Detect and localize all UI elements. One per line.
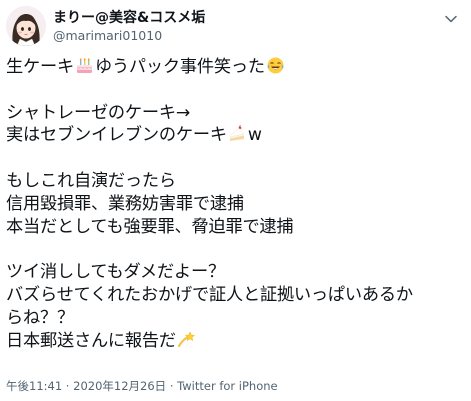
birthday-cake-emoji-icon bbox=[75, 56, 94, 75]
tweet-text: 生ケーキ ゆうパック事件笑った シャトレーゼのケーキ→ 実はセブンイレブンのケー… bbox=[6, 56, 466, 352]
tweet-line-10: 日本郵送さんに報告だ bbox=[6, 330, 466, 353]
tweet-line-10-text: 日本郵送さんに報告だ bbox=[6, 330, 176, 351]
tears-of-joy-emoji-icon bbox=[266, 56, 285, 75]
tweet-time[interactable]: 午後11:41 bbox=[6, 379, 62, 393]
tweet-line-1: 生ケーキ ゆうパック事件笑った bbox=[6, 56, 466, 79]
tweet-line-3-text: 実はセブンイレブンのケーキ bbox=[6, 125, 227, 146]
avatar-illustration bbox=[6, 6, 46, 46]
tweet-line-6: 本当だとしても強要罪、脅迫罪で逮捕 bbox=[6, 216, 294, 237]
tweet-line-1-tail: ゆうパック事件笑った bbox=[94, 57, 265, 77]
tweet-line-9: らね？？ bbox=[6, 307, 74, 328]
tweet-line-3-tail: w bbox=[247, 125, 262, 146]
avatar[interactable] bbox=[6, 6, 46, 46]
tweet-line-8: バズらせてくれたおかげで証人と証拠いっぱいあるか bbox=[6, 284, 413, 305]
dizzy-star-emoji-icon bbox=[177, 330, 196, 349]
tweet-line-1-text: 生ケーキ bbox=[6, 57, 74, 77]
tweet-line-5: 信用毀損罪、業務妨害罪で逮捕 bbox=[6, 193, 244, 214]
tweet-header: まりー@美容&コスメ垢 @marimari01010 bbox=[6, 4, 466, 48]
separator: · bbox=[62, 379, 74, 393]
tweet-footer: 午後11:41 · 2020年12月26日 · Twitter for iPho… bbox=[6, 378, 278, 394]
tweet-card: まりー@美容&コスメ垢 @marimari01010 生ケーキ ゆうパック事件笑… bbox=[0, 0, 471, 401]
separator: · bbox=[166, 379, 178, 393]
author-names: まりー@美容&コスメ垢 @marimari01010 bbox=[53, 9, 205, 44]
tweet-source[interactable]: Twitter for iPhone bbox=[177, 379, 278, 393]
chevron-down-icon[interactable] bbox=[442, 10, 460, 28]
tweet-line-3: 実はセブンイレブンのケーキ w bbox=[6, 124, 466, 147]
tweet-line-2: シャトレーゼのケーキ→ bbox=[6, 102, 191, 123]
tweet-date[interactable]: 2020年12月26日 bbox=[73, 379, 166, 393]
tweet-line-4: もしこれ自演だったら bbox=[6, 170, 176, 191]
user-handle[interactable]: @marimari01010 bbox=[53, 27, 205, 44]
display-name[interactable]: まりー@美容&コスメ垢 bbox=[53, 9, 205, 27]
tweet-line-7: ツイ消ししてもダメだよー？ bbox=[6, 262, 225, 283]
shortcake-emoji-icon bbox=[228, 124, 247, 143]
